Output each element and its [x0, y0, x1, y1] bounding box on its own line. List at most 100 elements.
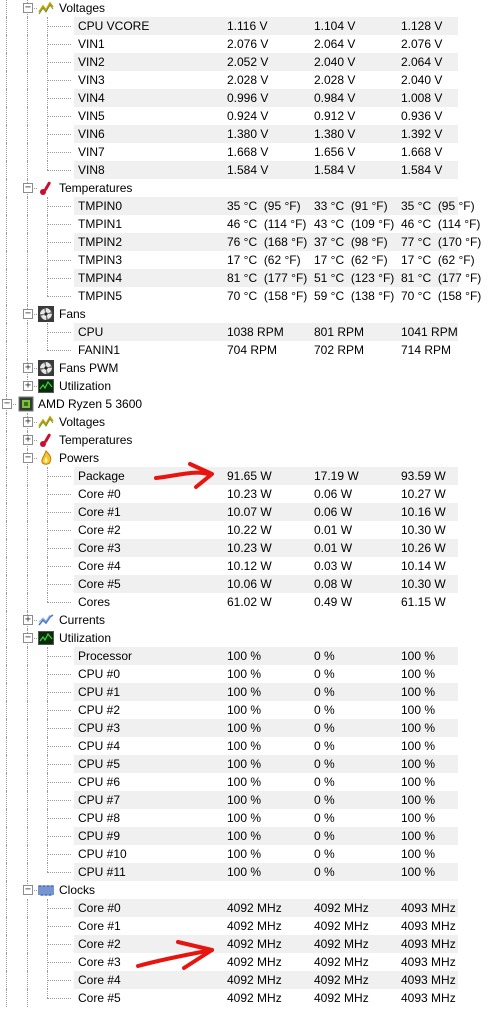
value-max: 93.59 W: [401, 469, 446, 483]
tree-group-clocks[interactable]: − Clocks: [0, 881, 488, 899]
tree-group-utilization[interactable]: − Utilization: [0, 629, 488, 647]
sensor-row-cpu-9[interactable]: CPU #9 100 % 0 % 100 %: [0, 827, 488, 845]
sensor-row-core-1[interactable]: Core #1 4092 MHz 4092 MHz 4093 MHz: [0, 917, 488, 935]
sensor-row-tmpin1[interactable]: TMPIN1 46 °C (114 °F) 43 °C (109 °F) 46 °C …: [0, 215, 488, 233]
tree-group-currents[interactable]: + Currents: [0, 611, 488, 629]
sensor-row-core-4[interactable]: Core #4 4092 MHz 4092 MHz 4093 MHz: [0, 971, 488, 989]
sensor-row-tmpin3[interactable]: TMPIN3 17 °C (62 °F) 17 °C (62 °F) 17 °C (6…: [0, 251, 488, 269]
sensor-row-vin2[interactable]: VIN2 2.052 V 2.040 V 2.064 V: [0, 53, 488, 71]
tree-connector-line: [27, 197, 28, 215]
sensor-row-vin3[interactable]: VIN3 2.028 V 2.028 V 2.040 V: [0, 71, 488, 89]
sensor-row-cpu-7[interactable]: CPU #7 100 % 0 % 100 %: [0, 791, 488, 809]
expand-toggle[interactable]: +: [23, 435, 33, 445]
value-min: 0 %: [314, 667, 335, 681]
collapse-toggle[interactable]: −: [2, 399, 12, 409]
collapse-toggle[interactable]: −: [23, 3, 33, 13]
sensor-row-cpu-10[interactable]: CPU #10 100 % 0 % 100 %: [0, 845, 488, 863]
value-current: 1038 RPM: [227, 325, 284, 339]
sensor-label: Temperatures: [59, 433, 133, 447]
sensor-row-cpu-vcore[interactable]: CPU VCORE 1.116 V 1.104 V 1.128 V: [0, 17, 488, 35]
collapse-toggle[interactable]: −: [23, 309, 33, 319]
sensor-tree[interactable]: − Voltages CPU VCORE 1.116 V 1.104 V 1.128 V V…: [0, 0, 488, 1007]
sensor-row-core-3[interactable]: Core #3 4092 MHz 4092 MHz 4093 MHz: [0, 953, 488, 971]
sensor-row-cpu-4[interactable]: CPU #4 100 % 0 % 100 %: [0, 737, 488, 755]
voltage-icon: [38, 0, 54, 16]
sensor-row-core-1[interactable]: Core #1 10.07 W 0.06 W 10.16 W: [0, 503, 488, 521]
sensor-label: CPU #3: [78, 721, 121, 735]
sensor-row-core-2[interactable]: Core #2 4092 MHz 4092 MHz 4093 MHz: [0, 935, 488, 953]
expand-toggle[interactable]: +: [23, 417, 33, 427]
tree-group-voltages[interactable]: − Voltages: [0, 0, 488, 17]
collapse-toggle[interactable]: −: [23, 885, 33, 895]
sensor-row-cpu[interactable]: CPU 1038 RPM 801 RPM 1041 RPM: [0, 323, 488, 341]
sensor-row-cpu-8[interactable]: CPU #8 100 % 0 % 100 %: [0, 809, 488, 827]
expand-toggle[interactable]: +: [23, 615, 33, 625]
power-flame-icon: [38, 450, 54, 466]
sensor-row-cpu-0[interactable]: CPU #0 100 % 0 % 100 %: [0, 665, 488, 683]
sensor-row-core-5[interactable]: Core #5 10.06 W 0.08 W 10.30 W: [0, 575, 488, 593]
sensor-row-cpu-6[interactable]: CPU #6 100 % 0 % 100 %: [0, 773, 488, 791]
sensor-row-processor[interactable]: Processor 100 % 0 % 100 %: [0, 647, 488, 665]
sensor-row-core-5[interactable]: Core #5 4092 MHz 4092 MHz 4093 MHz: [0, 989, 488, 1007]
tree-group-temperatures[interactable]: − Temperatures: [0, 179, 488, 197]
value-min: 43 °C (109 °F): [314, 217, 395, 231]
sensor-row-vin5[interactable]: VIN5 0.924 V 0.912 V 0.936 V: [0, 107, 488, 125]
tree-group-fans[interactable]: − Fans: [0, 305, 488, 323]
tree-connector-line: [6, 107, 7, 125]
collapse-toggle[interactable]: −: [23, 453, 33, 463]
tree-connector-line: [6, 197, 7, 215]
tree-connector-line: [6, 341, 7, 359]
tree-group-temperatures[interactable]: + Temperatures: [0, 431, 488, 449]
sensor-row-tmpin5[interactable]: TMPIN5 70 °C (158 °F) 59 °C (138 °F) 70 °C …: [0, 287, 488, 305]
sensor-row-tmpin0[interactable]: TMPIN0 35 °C (95 °F) 33 °C (91 °F) 35 °C (9…: [0, 197, 488, 215]
tree-connector-line: [47, 350, 71, 351]
value-max: 100 %: [401, 811, 436, 825]
sensor-row-core-3[interactable]: Core #3 10.23 W 0.01 W 10.26 W: [0, 539, 488, 557]
sensor-row-package[interactable]: Package 91.65 W 17.19 W 93.59 W: [0, 467, 488, 485]
sensor-row-cpu-1[interactable]: CPU #1 100 % 0 % 100 %: [0, 683, 488, 701]
tree-group-amd-ryzen-5-3600[interactable]: − AMD Ryzen 5 3600: [0, 395, 488, 413]
sensor-row-core-0[interactable]: Core #0 4092 MHz 4092 MHz 4093 MHz: [0, 899, 488, 917]
value-current: 10.23 W: [227, 541, 272, 555]
sensor-row-vin7[interactable]: VIN7 1.668 V 1.656 V 1.668 V: [0, 143, 488, 161]
value-max: 100 %: [401, 703, 436, 717]
expand-toggle[interactable]: +: [23, 381, 33, 391]
value-min: 0.08 W: [314, 577, 353, 591]
expand-toggle[interactable]: +: [23, 363, 33, 373]
sensor-row-cpu-5[interactable]: CPU #5 100 % 0 % 100 %: [0, 755, 488, 773]
value-min: 4092 MHz: [314, 991, 369, 1005]
value-min: 1.380 V: [314, 127, 356, 141]
sensor-row-vin4[interactable]: VIN4 0.996 V 0.984 V 1.008 V: [0, 89, 488, 107]
collapse-toggle[interactable]: −: [23, 183, 33, 193]
tree-connector-line: [27, 233, 28, 251]
tree-connector-line: [27, 287, 28, 305]
sensor-label: Clocks: [59, 883, 96, 897]
sensor-row-core-0[interactable]: Core #0 10.23 W 0.06 W 10.27 W: [0, 485, 488, 503]
sensor-row-cpu-2[interactable]: CPU #2 100 % 0 % 100 %: [0, 701, 488, 719]
sensor-row-vin6[interactable]: VIN6 1.380 V 1.380 V 1.392 V: [0, 125, 488, 143]
tree-connector-line: [27, 323, 28, 341]
tree-connector-line: [27, 719, 28, 737]
tree-group-voltages[interactable]: + Voltages: [0, 413, 488, 431]
sensor-row-vin8[interactable]: VIN8 1.584 V 1.584 V 1.584 V: [0, 161, 488, 179]
sensor-row-fanin1[interactable]: FANIN1 704 RPM 702 RPM 714 RPM: [0, 341, 488, 359]
sensor-row-vin1[interactable]: VIN1 2.076 V 2.064 V 2.076 V: [0, 35, 488, 53]
tree-connector-line: [6, 449, 7, 467]
sensor-row-cores[interactable]: Cores 61.02 W 0.49 W 61.15 W: [0, 593, 488, 611]
tree-group-powers[interactable]: − Powers: [0, 449, 488, 467]
sensor-row-cpu-11[interactable]: CPU #11 100 % 0 % 100 %: [0, 863, 488, 881]
value-max: 100 %: [401, 829, 436, 843]
sensor-row-cpu-3[interactable]: CPU #3 100 % 0 % 100 %: [0, 719, 488, 737]
sensor-row-tmpin4[interactable]: TMPIN4 81 °C (177 °F) 51 °C (123 °F) 81 °C …: [0, 269, 488, 287]
sensor-row-core-2[interactable]: Core #2 10.22 W 0.01 W 10.30 W: [0, 521, 488, 539]
collapse-toggle[interactable]: −: [23, 633, 33, 643]
sensor-row-core-4[interactable]: Core #4 10.12 W 0.03 W 10.14 W: [0, 557, 488, 575]
value-current: 10.06 W: [227, 577, 272, 591]
value-max: 100 %: [401, 793, 436, 807]
tree-connector-line: [27, 467, 28, 485]
value-current: 4092 MHz: [227, 973, 282, 987]
tree-group-fans-pwm[interactable]: + Fans PWM: [0, 359, 488, 377]
tree-group-utilization[interactable]: + Utilization: [0, 377, 488, 395]
tree-connector-line: [27, 665, 28, 683]
sensor-row-tmpin2[interactable]: TMPIN2 76 °C (168 °F) 37 °C (98 °F) 77 °C (…: [0, 233, 488, 251]
